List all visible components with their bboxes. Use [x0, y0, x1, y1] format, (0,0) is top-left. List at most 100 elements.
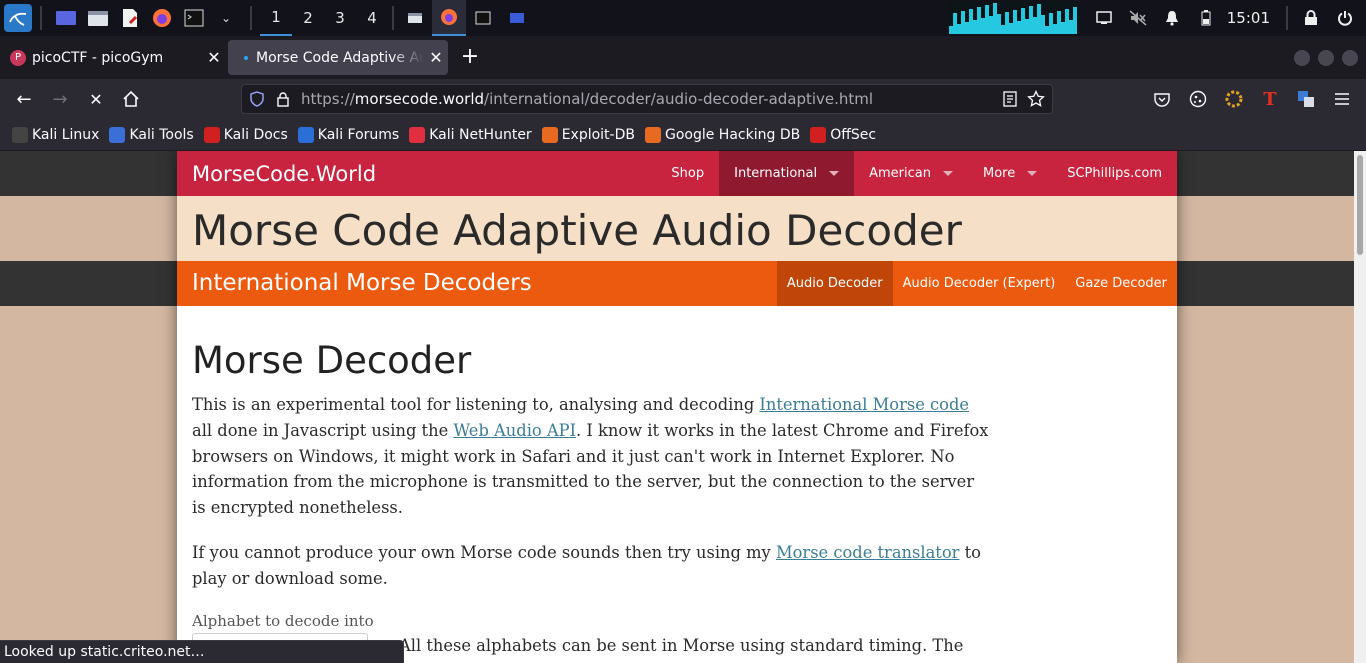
workspace-3[interactable]: 3	[324, 0, 356, 36]
battery-icon[interactable]	[1189, 0, 1223, 36]
shield-icon[interactable]	[249, 91, 265, 107]
firefox-launcher-icon[interactable]	[150, 7, 174, 29]
tab-title: Morse Code Adaptive Aud	[256, 49, 424, 66]
reader-view-icon[interactable]	[1002, 91, 1018, 111]
nav-label: SCPhillips.com	[1067, 166, 1162, 181]
workspace-1[interactable]: 1	[260, 0, 292, 36]
taskbar-separator	[40, 6, 42, 30]
new-tab-button[interactable]: +	[458, 46, 482, 70]
page-title: Morse Code Adaptive Audio Decoder	[192, 206, 962, 255]
taskbar-window-terminal[interactable]	[466, 0, 500, 36]
network-icon[interactable]	[1087, 0, 1121, 36]
alphabet-description: All these alphabets can be sent in Morse…	[399, 636, 964, 655]
bookmark-favicon-icon	[12, 126, 28, 143]
close-tab-icon[interactable]: ✕	[202, 48, 226, 67]
notifications-bell-icon[interactable]	[1155, 0, 1189, 36]
bookmark-kali-linux[interactable]: Kali Linux	[12, 126, 100, 143]
nav-label: American	[869, 166, 931, 181]
nav-more[interactable]: More	[968, 151, 1052, 196]
close-window-button[interactable]	[1342, 50, 1358, 66]
bookmark-star-icon[interactable]	[1027, 89, 1045, 112]
close-tab-icon[interactable]: ✕	[424, 48, 448, 67]
cookie-extension-icon[interactable]	[1185, 87, 1211, 111]
tab-morse-decoder[interactable]: Morse Code Adaptive Aud ✕	[228, 40, 448, 75]
subnav-gaze-decoder[interactable]: Gaze Decoder	[1065, 261, 1177, 306]
maximize-button[interactable]	[1318, 50, 1334, 66]
morse-code-translator-link[interactable]: Morse code translator	[776, 543, 960, 562]
bookmark-kali-tools[interactable]: Kali Tools	[109, 126, 194, 143]
bookmark-kali-nethunter[interactable]: Kali NetHunter	[409, 126, 532, 143]
taskbar-window-firefox[interactable]	[432, 0, 466, 36]
url-bar[interactable]: https://morsecode.world/international/de…	[241, 84, 1053, 114]
taskbar-separator	[1286, 6, 1288, 30]
taskbar-window-desktop[interactable]	[398, 0, 432, 36]
pocket-icon[interactable]	[1149, 87, 1175, 111]
nav-international[interactable]: International	[719, 151, 855, 196]
lock-icon[interactable]	[1294, 0, 1328, 36]
workspace-4[interactable]: 4	[356, 0, 388, 36]
web-audio-api-link[interactable]: Web Audio API	[453, 421, 576, 440]
chevron-down-icon[interactable]: ⌄	[214, 7, 238, 29]
site-navbar: MorseCode.World Shop International America…	[177, 151, 1177, 196]
show-desktop-icon[interactable]	[54, 7, 78, 29]
clock[interactable]: 15:01	[1223, 9, 1280, 27]
bookmark-google-hacking-db[interactable]: Google Hacking DB	[644, 126, 801, 143]
kali-menu-icon[interactable]	[4, 4, 32, 32]
browser-tab-strip: P picoCTF - picoGym ✕ Morse Code Adaptiv…	[0, 36, 1366, 79]
file-manager-icon[interactable]	[86, 7, 110, 29]
lock-icon[interactable]	[277, 91, 291, 107]
hamburger-menu-icon[interactable]	[1329, 87, 1355, 111]
page-scrollbar[interactable]	[1354, 151, 1366, 663]
translate-extension-icon[interactable]	[1293, 87, 1319, 111]
cpu-graph	[948, 2, 1077, 34]
picoctf-favicon-icon: P	[10, 49, 26, 66]
section-title[interactable]: International Morse Decoders	[192, 270, 532, 296]
bookmark-offsec[interactable]: OffSec	[810, 126, 876, 143]
international-morse-code-link[interactable]: International Morse code	[759, 395, 969, 414]
text-editor-icon[interactable]	[118, 7, 142, 29]
power-icon[interactable]	[1328, 0, 1362, 36]
url-text: https://morsecode.world/international/de…	[301, 90, 873, 108]
bookmark-favicon-icon	[541, 126, 558, 143]
bookmark-label: Kali Forums	[317, 126, 400, 143]
bookmark-kali-forums[interactable]: Kali Forums	[297, 126, 400, 143]
nav-shop[interactable]: Shop	[656, 151, 719, 196]
subnav-audio-decoder[interactable]: Audio Decoder	[776, 261, 893, 306]
bookmark-favicon-icon	[810, 126, 827, 143]
workspace-2[interactable]: 2	[292, 0, 324, 36]
subnav-audio-decoder-expert-[interactable]: Audio Decoder (Expert)	[893, 261, 1066, 306]
taskbar-separator	[250, 6, 252, 30]
minimize-button[interactable]	[1294, 50, 1310, 66]
bookmark-favicon-icon	[109, 126, 126, 143]
nav-label: International	[734, 166, 818, 181]
bookmark-kali-docs[interactable]: Kali Docs	[203, 126, 288, 143]
forward-button[interactable]: →	[47, 87, 73, 111]
nav-american[interactable]: American	[854, 151, 968, 196]
nav-scphillips-com[interactable]: SCPhillips.com	[1052, 151, 1177, 196]
volume-muted-icon[interactable]	[1121, 0, 1155, 36]
text: This is an experimental tool for listeni…	[192, 395, 760, 414]
scrollbar-thumb[interactable]	[1357, 155, 1363, 255]
caret-down-icon	[1027, 171, 1038, 176]
taskbar-window-folder[interactable]	[500, 0, 534, 36]
home-button[interactable]	[118, 87, 144, 111]
bookmark-label: Kali Linux	[32, 126, 100, 143]
tab-picoctf[interactable]: P picoCTF - picoGym ✕	[0, 40, 226, 75]
stop-loading-button[interactable]: ✕	[83, 87, 109, 111]
back-button[interactable]: ←	[11, 87, 37, 111]
bookmark-label: Exploit-DB	[561, 126, 635, 143]
caret-down-icon	[829, 171, 840, 176]
bookmark-label: Google Hacking DB	[664, 126, 801, 143]
bookmark-favicon-icon	[297, 126, 314, 143]
nav-label: More	[982, 166, 1016, 181]
text-extension-icon[interactable]: T	[1257, 87, 1283, 111]
bookmark-exploit-db[interactable]: Exploit-DB	[541, 126, 635, 143]
bookmark-favicon-icon	[203, 126, 220, 143]
web-page: MorseCode.World Shop International America…	[0, 151, 1354, 663]
color-extension-icon[interactable]	[1221, 87, 1247, 111]
translator-paragraph: If you cannot produce your own Morse cod…	[192, 540, 992, 592]
sub-nav-links: Audio Decoder Audio Decoder (Expert) Gaze …	[776, 261, 1177, 306]
terminal-icon[interactable]	[182, 7, 206, 29]
desktop-taskbar: ⌄ 1234 15:01	[0, 0, 1366, 36]
site-brand[interactable]: MorseCode.World	[177, 162, 376, 186]
